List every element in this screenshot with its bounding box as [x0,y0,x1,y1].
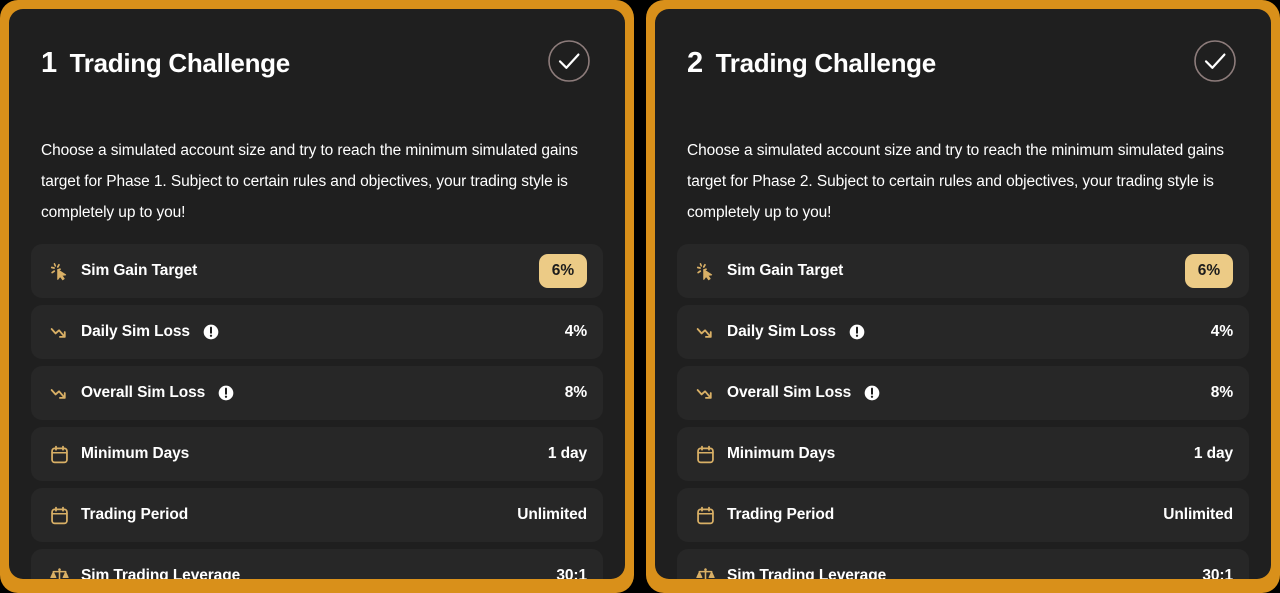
exclamation-circle-icon[interactable] [201,324,219,340]
spec-row-label: Trading Period [81,506,189,523]
calendar-icon [695,444,716,465]
card-title-group: 1 Trading Challenge [41,47,290,80]
scales-balance-icon [49,566,70,579]
spec-row: Sim Trading Leverage 30:1 [31,549,603,579]
spec-row-left: Trading Period [49,505,188,526]
cursor-click-sparkle-icon [695,261,716,282]
spec-row-label: Daily Sim Loss [727,323,836,340]
cursor-click-sparkle-icon [49,261,70,282]
spec-row-label: Sim Gain Target [81,262,198,279]
spec-row: Overall Sim Loss 8% [31,366,603,420]
page-title: Trading Challenge [715,48,937,78]
spec-row: Daily Sim Loss 4% [31,305,603,359]
challenge-card-2: 2 Trading Challenge Choose a simulated acc… [655,9,1271,579]
spec-row-left: Daily Sim Loss [695,322,865,343]
spec-row-label: Overall Sim Loss [81,384,206,401]
spec-row-value-badge: 6% [1184,254,1233,288]
exclamation-circle-icon[interactable] [862,385,880,401]
spec-row-left: Sim Trading Leverage [695,566,887,579]
spec-row-left: Trading Period [695,505,834,526]
spec-row-label: Overall Sim Loss [727,384,852,401]
trend-down-arrow-icon [49,322,70,343]
spec-row: Trading Period Unlimited [31,488,603,542]
exclamation-circle-icon[interactable] [216,385,234,401]
spec-row: Minimum Days 1 day [31,427,603,481]
trend-down-arrow-icon [695,383,716,404]
spec-row-value: 4% [564,323,587,340]
card-index: 1 [41,47,57,79]
spec-list: Sim Gain Target 6% Daily Sim Loss 4% Overall… [677,244,1249,579]
card-header: 2 Trading Challenge [677,39,1249,88]
spec-row-label: Minimum Days [727,445,836,462]
spec-row-value: 1 day [1193,445,1233,462]
spec-row-value: 8% [564,384,587,401]
challenge-card-frame-1: 1 Trading Challenge Choose a simulated acc… [0,0,634,593]
spec-row: Minimum Days 1 day [677,427,1249,481]
card-description: Choose a simulated account size and try … [687,142,1224,221]
spec-list: Sim Gain Target 6% Daily Sim Loss 4% Overall… [31,244,603,579]
trend-down-arrow-icon [695,322,716,343]
calendar-icon [695,505,716,526]
spec-row-left: Sim Trading Leverage [49,566,241,579]
spec-row-label: Sim Gain Target [727,262,844,279]
challenge-card-frame-2: 2 Trading Challenge Choose a simulated acc… [646,0,1280,593]
spec-row: Sim Gain Target 6% [677,244,1249,298]
spec-row-label: Sim Trading Leverage [81,567,241,579]
card-description: Choose a simulated account size and try … [41,142,578,221]
card-title-group: 2 Trading Challenge [687,47,936,80]
spec-row: Sim Trading Leverage 30:1 [677,549,1249,579]
spec-row-value: 30:1 [1202,567,1233,579]
spec-row: Daily Sim Loss 4% [677,305,1249,359]
calendar-icon [49,505,70,526]
spec-row-label: Minimum Days [81,445,190,462]
spec-row: Trading Period Unlimited [677,488,1249,542]
spec-row-left: Daily Sim Loss [49,322,219,343]
card-header: 1 Trading Challenge [31,39,603,88]
exclamation-circle-icon[interactable] [847,324,865,340]
challenge-cards-board: 1 Trading Challenge Choose a simulated acc… [0,0,1280,593]
trend-down-arrow-icon [49,383,70,404]
spec-row-value: 4% [1210,323,1233,340]
spec-row-left: Sim Gain Target [695,261,843,282]
spec-row-value-badge: 6% [538,254,587,288]
spec-row-label: Trading Period [727,506,835,523]
check-circle-icon[interactable] [547,39,591,88]
spec-row: Sim Gain Target 6% [31,244,603,298]
spec-row-left: Overall Sim Loss [49,383,234,404]
spec-row-value: 8% [1210,384,1233,401]
spec-row-label: Sim Trading Leverage [727,567,887,579]
spec-row-left: Minimum Days [49,444,189,465]
calendar-icon [49,444,70,465]
spec-row-value: 1 day [547,445,587,462]
spec-row-value: Unlimited [517,506,587,523]
spec-row-left: Minimum Days [695,444,835,465]
spec-row-value: 30:1 [556,567,587,579]
page-title: Trading Challenge [69,48,291,78]
spec-row: Overall Sim Loss 8% [677,366,1249,420]
challenge-card-1: 1 Trading Challenge Choose a simulated acc… [9,9,625,579]
spec-row-label: Daily Sim Loss [81,323,190,340]
spec-row-left: Sim Gain Target [49,261,197,282]
scales-balance-icon [695,566,716,579]
check-circle-icon[interactable] [1193,39,1237,88]
spec-row-value: Unlimited [1163,506,1233,523]
card-index: 2 [687,47,703,79]
spec-row-left: Overall Sim Loss [695,383,880,404]
